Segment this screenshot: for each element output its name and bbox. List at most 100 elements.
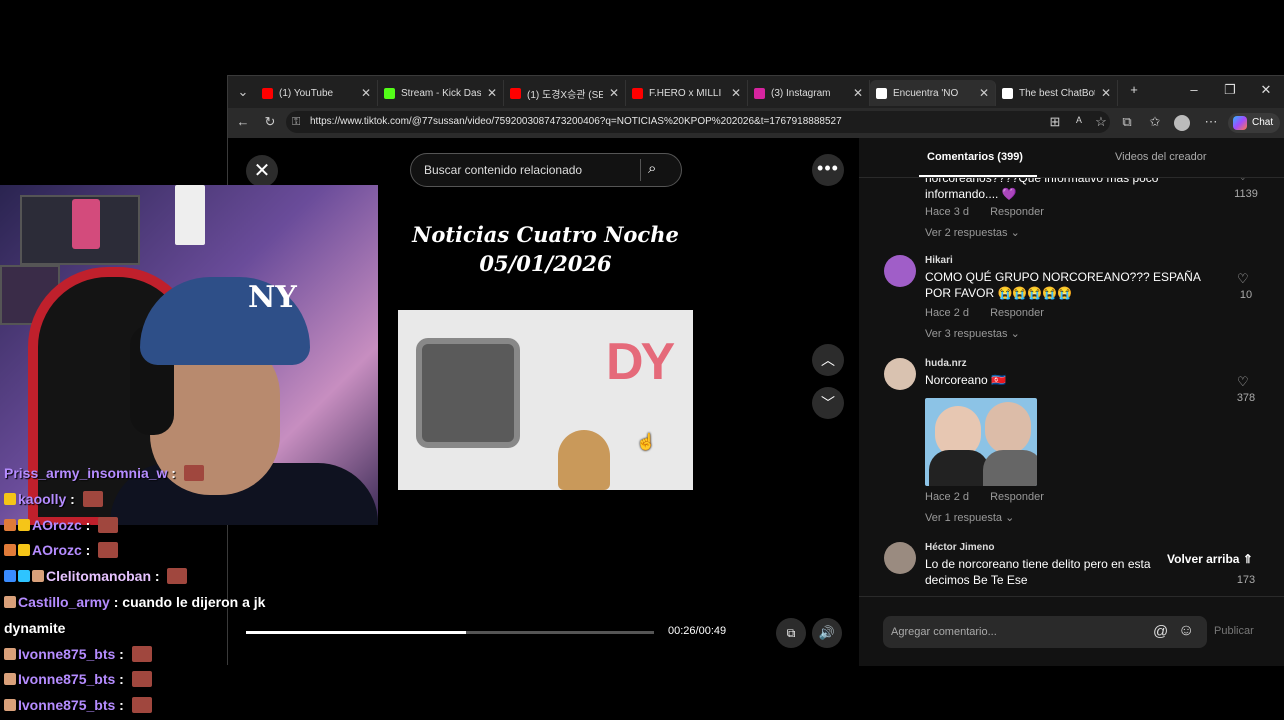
- minimize-button[interactable]: –: [1184, 82, 1204, 97]
- volume-icon[interactable]: 🔊: [812, 618, 842, 648]
- tab-label: (3) Instagram: [771, 87, 831, 99]
- tab-comments[interactable]: Comentarios (399): [927, 151, 1023, 163]
- refresh-icon[interactable]: ↻: [261, 114, 279, 130]
- tab-6[interactable]: Encuentra 'NO ✕: [870, 80, 996, 106]
- chat-username[interactable]: Castillo_army: [18, 594, 110, 610]
- search-divider: [640, 159, 641, 181]
- site-info-icon[interactable]: ⚿: [292, 111, 300, 133]
- previous-video-button[interactable]: ︿: [812, 344, 844, 376]
- like-count: 378: [1236, 392, 1256, 404]
- reply-button[interactable]: Responder: [990, 307, 1044, 319]
- instagram-icon: [754, 87, 765, 99]
- new-tab-button[interactable]: +: [1124, 82, 1144, 97]
- like-heart-icon[interactable]: ♡: [1237, 374, 1249, 390]
- chat-username[interactable]: Ivonne875_bts: [18, 646, 115, 662]
- search-icon[interactable]: ⌕: [648, 160, 656, 177]
- tab-label: (1) YouTube: [279, 87, 334, 99]
- chat-badge-icon: [4, 648, 16, 660]
- chat-message: Ivonne875_bts :: [4, 697, 152, 713]
- chat-username[interactable]: AOrozc: [32, 542, 82, 558]
- chat-message: Ivonne875_bts :: [4, 646, 152, 662]
- comment-avatar[interactable]: [884, 358, 916, 390]
- more-options-button[interactable]: •••: [812, 154, 844, 186]
- tab-list-chevron-icon[interactable]: ⌄: [234, 84, 252, 100]
- extensions-icon[interactable]: ⧉: [1118, 114, 1136, 130]
- restore-button[interactable]: ❐: [1220, 82, 1240, 98]
- translate-icon[interactable]: ᴬ: [1070, 114, 1088, 129]
- related-search-input[interactable]: Buscar contenido relacionado: [410, 153, 682, 187]
- tab-close-icon[interactable]: ✕: [853, 86, 863, 100]
- back-to-top-button[interactable]: Volver arriba ⇑: [1159, 548, 1261, 570]
- tab-close-icon[interactable]: ✕: [361, 86, 371, 100]
- tab-7[interactable]: The best ChatBot ✕: [996, 80, 1118, 106]
- comment-age: Hace 3 d: [925, 206, 970, 218]
- comment-avatar[interactable]: [884, 542, 916, 574]
- chat-message: Priss_army_insomnia_w :: [4, 465, 204, 481]
- favorites-icon[interactable]: ✩: [1146, 114, 1164, 130]
- tab-4[interactable]: F.HERO x MILLI ✕: [626, 80, 748, 106]
- url-field[interactable]: ⚿ https://www.tiktok.com/@77sussan/video…: [286, 111, 1110, 133]
- chat-badge-icon: [32, 570, 44, 582]
- tab-close-icon[interactable]: ✕: [487, 86, 497, 100]
- tab-3[interactable]: (1) 도경X승관 (SEV ✕: [504, 80, 626, 106]
- chat-badge-icon: [18, 519, 30, 531]
- comment-image[interactable]: [925, 398, 1037, 486]
- reply-button[interactable]: Responder: [990, 206, 1044, 218]
- tab-close-icon[interactable]: ✕: [609, 86, 619, 100]
- view-replies-link[interactable]: Ver 1 respuesta ⌄: [925, 511, 1014, 524]
- comment-username[interactable]: huda.nrz: [925, 358, 967, 369]
- chat-badge-icon: [18, 570, 30, 582]
- chat-username[interactable]: kaoolly: [18, 491, 66, 507]
- comment-username[interactable]: Hikari: [925, 255, 953, 266]
- chat-badge-icon: [18, 544, 30, 556]
- view-replies-link[interactable]: Ver 2 respuestas ⌄: [925, 226, 1020, 239]
- favorite-star-icon[interactable]: ☆: [1092, 114, 1110, 130]
- back-arrow-icon[interactable]: ←: [234, 114, 252, 129]
- video-title-line2: 05/01/2026: [479, 251, 612, 276]
- tab-1[interactable]: (1) YouTube ✕: [256, 80, 378, 106]
- tab-close-icon[interactable]: ✕: [731, 86, 741, 100]
- chat-username[interactable]: Clelitomanoban: [46, 568, 151, 584]
- read-aloud-icon[interactable]: ⊞: [1046, 114, 1064, 130]
- picture-in-picture-icon[interactable]: ⧉: [776, 618, 806, 648]
- tab-5[interactable]: (3) Instagram ✕: [748, 80, 870, 106]
- like-heart-icon[interactable]: ♡: [1237, 271, 1249, 287]
- comments-tabs: Comentarios (399) Videos del creador: [859, 138, 1284, 178]
- publish-button[interactable]: Publicar: [1214, 625, 1254, 637]
- emoji-icon[interactable]: ☺: [1178, 622, 1194, 640]
- video-progress-bar[interactable]: [246, 631, 654, 634]
- youtube-icon: [632, 87, 643, 99]
- comment-text: Lo de norcoreano tiene delito pero en es…: [925, 557, 1151, 587]
- still-person: [558, 430, 610, 490]
- reply-button[interactable]: Responder: [990, 491, 1044, 503]
- chat-username[interactable]: AOrozc: [32, 517, 82, 533]
- tab-2[interactable]: Stream - Kick Dash ✕: [378, 80, 504, 106]
- tab-close-icon[interactable]: ✕: [1101, 86, 1111, 100]
- next-video-button[interactable]: ﹀: [812, 387, 844, 419]
- tab-creator-videos[interactable]: Videos del creador: [1115, 151, 1207, 163]
- cap-logo: NY: [248, 280, 297, 315]
- close-video-button[interactable]: ✕: [246, 155, 278, 187]
- comment-username[interactable]: Héctor Jimeno: [925, 542, 994, 553]
- still-logo-text: DY: [606, 333, 675, 391]
- chat-username[interactable]: Ivonne875_bts: [18, 697, 115, 713]
- video-frame[interactable]: Noticias Cuatro Noche 05/01/2026 DY ☝: [398, 138, 693, 666]
- close-window-button[interactable]: ✕: [1256, 82, 1276, 98]
- mention-icon[interactable]: @: [1153, 623, 1168, 640]
- comment-avatar[interactable]: [884, 255, 916, 287]
- like-heart-icon[interactable]: ♡: [1237, 178, 1249, 184]
- tab-close-icon[interactable]: ✕: [979, 86, 989, 100]
- view-replies-link[interactable]: Ver 3 respuestas ⌄: [925, 327, 1020, 340]
- chat-username[interactable]: Ivonne875_bts: [18, 671, 115, 687]
- copilot-chat-button[interactable]: Chat: [1228, 113, 1280, 133]
- comment-text: COMO QUÉ GRUPO NORCOREANO??? ESPAÑA POR …: [925, 270, 1201, 300]
- chat-separator: :: [167, 465, 180, 481]
- profile-avatar[interactable]: [1174, 115, 1190, 131]
- url-text: https://www.tiktok.com/@77sussan/video/7…: [310, 116, 842, 127]
- more-menu-icon[interactable]: ⋯: [1202, 114, 1220, 130]
- chat-username[interactable]: Priss_army_insomnia_w: [4, 465, 167, 481]
- chat-separator: :: [109, 594, 123, 610]
- chat-badge-icon: [4, 519, 16, 531]
- comment-item: huda.nrz Norcoreano 🇰🇵 ♡ 378: [859, 356, 1284, 536]
- video-progress-fill: [246, 631, 467, 634]
